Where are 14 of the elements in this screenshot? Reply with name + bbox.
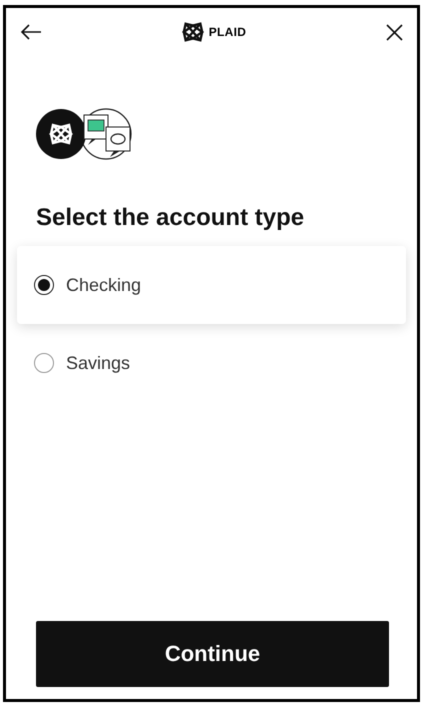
account-option[interactable]: Savings [17, 324, 406, 402]
option-label: Savings [66, 352, 130, 374]
continue-button[interactable]: Continue [36, 621, 389, 687]
close-button[interactable] [384, 22, 405, 42]
back-button[interactable] [18, 22, 44, 42]
radio-button[interactable] [34, 275, 54, 295]
page-title: Select the account type [36, 204, 306, 232]
radio-button[interactable] [34, 353, 54, 373]
brand-name: PLAID [208, 25, 246, 39]
back-arrow-icon [20, 24, 42, 40]
plaid-logo-icon [182, 21, 204, 43]
selected-option-card[interactable]: Checking [17, 246, 406, 324]
close-icon [386, 24, 403, 40]
option-label: Checking [66, 274, 142, 296]
